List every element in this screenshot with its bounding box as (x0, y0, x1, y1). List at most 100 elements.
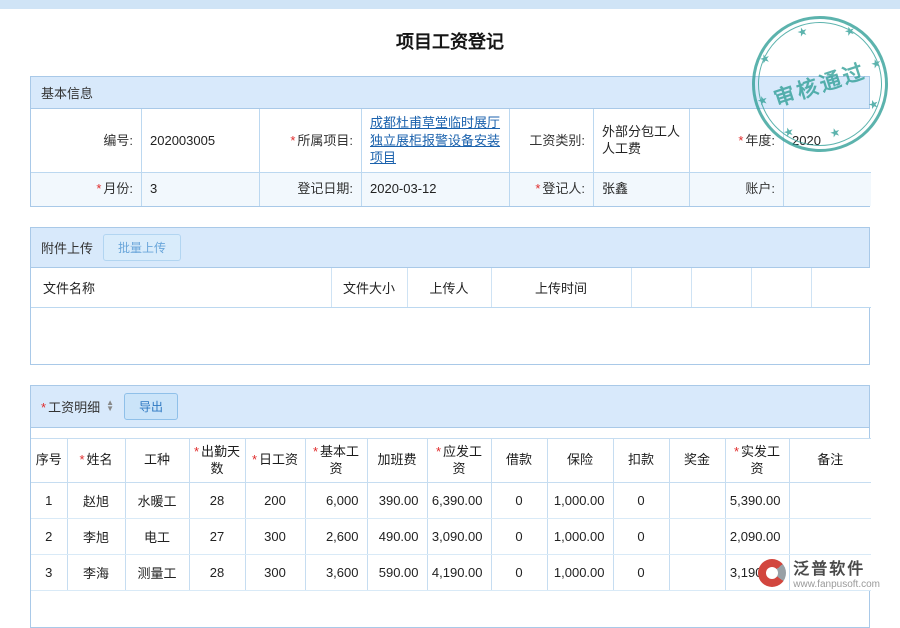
salary-cell: 200 (245, 483, 305, 519)
field-value: 2020-03-12 (361, 172, 509, 206)
required-asterisk: * (734, 444, 739, 459)
salary-cell: 3 (31, 555, 67, 591)
basic-info-panel: 基本信息 编号:202003005*所属项目:成都杜甫草堂临时展厅独立展柜报警设… (30, 76, 870, 207)
salary-cell: 测量工 (125, 555, 189, 591)
salary-cell: 2,600 (305, 519, 367, 555)
field-label: 工资类别: (509, 109, 593, 172)
salary-column-header: *实发工资 (725, 438, 789, 483)
basic-info-grid: 编号:202003005*所属项目:成都杜甫草堂临时展厅独立展柜报警设备安装项目… (31, 109, 869, 206)
required-asterisk: * (738, 132, 743, 150)
salary-cell: 490.00 (367, 519, 427, 555)
project-link[interactable]: 成都杜甫草堂临时展厅独立展柜报警设备安装项目 (370, 114, 501, 167)
field-value (783, 172, 871, 206)
required-asterisk: * (41, 400, 46, 415)
field-value: 外部分包工人人工费 (593, 109, 689, 172)
salary-cell: 390.00 (367, 483, 427, 519)
attachments-column-header: 文件名称 (31, 268, 331, 308)
sort-arrows-icon[interactable]: ▲▼ (106, 400, 114, 412)
attachments-empty-body (31, 308, 869, 364)
required-asterisk: * (194, 444, 199, 459)
export-button[interactable]: 导出 (124, 393, 178, 420)
salary-header-row: 序号*姓名工种*出勤天数*日工资*基本工资加班费*应发工资借款保险扣款奖金*实发… (31, 438, 871, 483)
page-title: 项目工资登记 (0, 9, 900, 76)
salary-cell: 27 (189, 519, 245, 555)
field-value: 3 (141, 172, 259, 206)
fanpu-logo-icon (758, 559, 786, 587)
field-label: *年度: (689, 109, 783, 172)
required-asterisk: * (313, 444, 318, 459)
field-value: 202003005 (141, 109, 259, 172)
field-value: 张鑫 (593, 172, 689, 206)
salary-cell (789, 519, 871, 555)
required-asterisk: * (535, 180, 540, 198)
salary-cell: 0 (613, 483, 669, 519)
top-strip (0, 0, 900, 9)
required-asterisk: * (79, 452, 84, 467)
salary-row[interactable]: 3李海测量工283003,600590.004,190.0001,000.000… (31, 555, 871, 591)
required-asterisk: * (96, 180, 101, 198)
required-asterisk: * (436, 444, 441, 459)
field-label: *登记人: (509, 172, 593, 206)
salary-cell: 1 (31, 483, 67, 519)
salary-cell: 赵旭 (67, 483, 125, 519)
salary-cell: 6,000 (305, 483, 367, 519)
attachments-column-empty (751, 268, 811, 308)
field-label: 登记日期: (259, 172, 361, 206)
salary-cell: 1,000.00 (547, 519, 613, 555)
salary-column-header: 奖金 (669, 438, 725, 483)
salary-cell: 电工 (125, 519, 189, 555)
tab-attachments[interactable]: 附件上传 (41, 238, 93, 257)
salary-column-header: *基本工资 (305, 438, 367, 483)
salary-cell: 28 (189, 483, 245, 519)
salary-cell (669, 555, 725, 591)
brand-url: www.fanpusoft.com (793, 579, 880, 590)
salary-cell: 水暖工 (125, 483, 189, 519)
field-value: 2020 (783, 109, 871, 172)
attachments-table: 文件名称文件大小上传人上传时间 (31, 268, 871, 308)
salary-column-header: *应发工资 (427, 438, 491, 483)
salary-cell: 590.00 (367, 555, 427, 591)
salary-cell: 1,000.00 (547, 483, 613, 519)
salary-cell: 李海 (67, 555, 125, 591)
field-label: 账户: (689, 172, 783, 206)
salary-cell (789, 483, 871, 519)
salary-cell: 3,090.00 (427, 519, 491, 555)
salary-column-header: 加班费 (367, 438, 427, 483)
salary-row[interactable]: 2李旭电工273002,600490.003,090.0001,000.0002… (31, 519, 871, 555)
attachments-panel: 附件上传 批量上传 文件名称文件大小上传人上传时间 (30, 227, 870, 365)
attachments-header-row: 文件名称文件大小上传人上传时间 (31, 268, 871, 308)
salary-cell: 4,190.00 (427, 555, 491, 591)
batch-upload-button[interactable]: 批量上传 (103, 234, 181, 261)
salary-cell: 0 (491, 519, 547, 555)
salary-column-header: 备注 (789, 438, 871, 483)
attachments-column-empty (631, 268, 691, 308)
salary-row[interactable]: 1赵旭水暖工282006,000390.006,390.0001,000.000… (31, 483, 871, 519)
salary-column-header: *出勤天数 (189, 438, 245, 483)
salary-cell (669, 483, 725, 519)
salary-column-header: 序号 (31, 438, 67, 483)
salary-column-header: 借款 (491, 438, 547, 483)
salary-cell: 2 (31, 519, 67, 555)
field-label: *所属项目: (259, 109, 361, 172)
salary-cell: 0 (491, 483, 547, 519)
attachments-column-empty (691, 268, 751, 308)
brand-name: 泛普软件 (793, 555, 865, 579)
salary-column-header: 保险 (547, 438, 613, 483)
salary-title: *工资明细 (41, 397, 100, 416)
salary-cell: 0 (613, 519, 669, 555)
salary-cell: 0 (491, 555, 547, 591)
salary-cell: 28 (189, 555, 245, 591)
salary-column-header: *姓名 (67, 438, 125, 483)
salary-cell: 1,000.00 (547, 555, 613, 591)
attachments-header: 附件上传 批量上传 (31, 228, 869, 268)
field-label: 编号: (31, 109, 141, 172)
required-asterisk: * (290, 132, 295, 150)
attachments-column-header: 上传人 (407, 268, 491, 308)
salary-cell: 3,600 (305, 555, 367, 591)
salary-cell (669, 519, 725, 555)
basic-info-header: 基本信息 (31, 77, 869, 109)
salary-cell: 5,390.00 (725, 483, 789, 519)
salary-cell: 6,390.00 (427, 483, 491, 519)
salary-cell: 300 (245, 519, 305, 555)
salary-table: 序号*姓名工种*出勤天数*日工资*基本工资加班费*应发工资借款保险扣款奖金*实发… (31, 438, 871, 592)
